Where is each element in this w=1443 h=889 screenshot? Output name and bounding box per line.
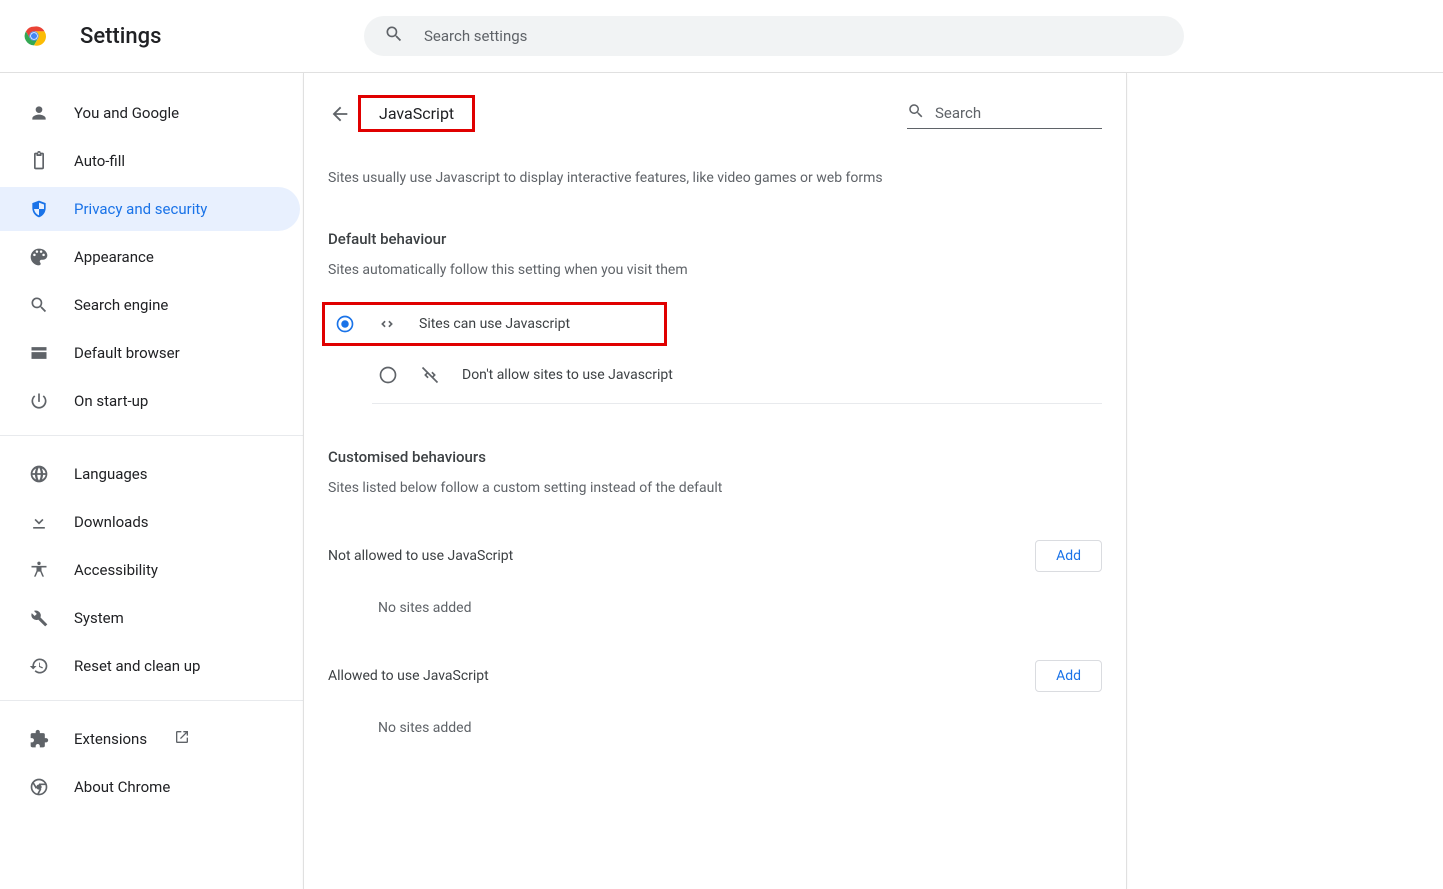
description-text: Sites usually use Javascript to display …	[304, 132, 1126, 186]
sidebar-item-privacy-security[interactable]: Privacy and security	[0, 187, 300, 231]
radio-option-allow-js[interactable]: Sites can use Javascript	[322, 302, 667, 346]
search-icon	[384, 24, 404, 48]
power-icon	[28, 390, 50, 412]
sidebar-item-auto-fill[interactable]: Auto-fill	[0, 139, 300, 183]
global-search[interactable]	[364, 16, 1184, 56]
page-title-highlight: JavaScript	[358, 95, 475, 132]
sidebar-item-accessibility[interactable]: Accessibility	[0, 548, 300, 592]
app-title: Settings	[80, 24, 340, 49]
custom-behaviours-sub: Sites listed below follow a custom setti…	[304, 466, 1126, 496]
allowed-empty: No sites added	[304, 692, 1126, 736]
sidebar-label: Privacy and security	[74, 200, 207, 218]
sidebar-item-on-startup[interactable]: On start-up	[0, 379, 300, 423]
sidebar-label: Appearance	[74, 248, 154, 266]
shield-icon	[28, 198, 50, 220]
search-icon	[907, 102, 925, 124]
sidebar-label: Default browser	[74, 344, 180, 362]
clipboard-icon	[28, 150, 50, 172]
sidebar-label: Downloads	[74, 513, 149, 531]
default-behaviour-sub: Sites automatically follow this setting …	[304, 248, 1126, 278]
sidebar-label: System	[74, 609, 124, 627]
sidebar-item-languages[interactable]: Languages	[0, 452, 300, 496]
external-link-icon	[174, 729, 190, 749]
sidebar-item-reset-cleanup[interactable]: Reset and clean up	[0, 644, 300, 688]
palette-icon	[28, 246, 50, 268]
not-allowed-empty: No sites added	[304, 572, 1126, 616]
allowed-label: Allowed to use JavaScript	[328, 668, 489, 684]
sidebar-label: Search engine	[74, 296, 168, 314]
sidebar: You and Google Auto-fill Privacy and sec…	[0, 73, 304, 889]
radio-block-label: Don't allow sites to use Javascript	[462, 367, 673, 383]
back-button[interactable]	[328, 102, 352, 126]
radio-option-block-js[interactable]: Don't allow sites to use Javascript	[372, 346, 1102, 404]
download-icon	[28, 511, 50, 533]
allowed-section: Allowed to use JavaScript Add	[304, 616, 1126, 692]
not-allowed-section: Not allowed to use JavaScript Add	[304, 496, 1126, 572]
sidebar-item-you-and-google[interactable]: You and Google	[0, 91, 300, 135]
chrome-icon	[28, 776, 50, 798]
main-panel: JavaScript Sites usually use Javascript …	[304, 73, 1126, 889]
global-search-input[interactable]	[424, 27, 1164, 45]
sidebar-item-system[interactable]: System	[0, 596, 300, 640]
wrench-icon	[28, 607, 50, 629]
add-allowed-button[interactable]: Add	[1035, 660, 1102, 692]
sidebar-item-search-engine[interactable]: Search engine	[0, 283, 300, 327]
sidebar-label: About Chrome	[74, 778, 170, 796]
globe-icon	[28, 463, 50, 485]
restore-icon	[28, 655, 50, 677]
sidebar-item-default-browser[interactable]: Default browser	[0, 331, 300, 375]
sidebar-label: Accessibility	[74, 561, 158, 579]
sidebar-item-extensions[interactable]: Extensions	[0, 717, 300, 761]
sidebar-label: On start-up	[74, 392, 148, 410]
sidebar-label: Extensions	[74, 730, 147, 748]
sidebar-label: You and Google	[74, 104, 179, 122]
default-behaviour-title: Default behaviour	[304, 186, 1126, 248]
radio-selected-icon	[335, 314, 355, 334]
search-icon	[28, 294, 50, 316]
not-allowed-label: Not allowed to use JavaScript	[328, 548, 513, 564]
sidebar-label: Auto-fill	[74, 152, 125, 170]
window-icon	[28, 342, 50, 364]
sidebar-label: Reset and clean up	[74, 657, 200, 675]
page-title: JavaScript	[379, 104, 454, 123]
code-off-icon	[420, 365, 440, 385]
radio-allow-label: Sites can use Javascript	[419, 316, 570, 332]
topbar: Settings	[0, 0, 1443, 73]
content-search-input[interactable]	[935, 104, 1102, 122]
accessibility-icon	[28, 559, 50, 581]
content-search[interactable]	[907, 99, 1102, 129]
person-icon	[28, 102, 50, 124]
sidebar-label: Languages	[74, 465, 148, 483]
puzzle-icon	[28, 728, 50, 750]
code-icon	[377, 314, 397, 334]
sidebar-item-appearance[interactable]: Appearance	[0, 235, 300, 279]
chrome-logo-icon	[20, 22, 48, 50]
add-not-allowed-button[interactable]: Add	[1035, 540, 1102, 572]
custom-behaviours-title: Customised behaviours	[304, 404, 1126, 466]
sidebar-item-downloads[interactable]: Downloads	[0, 500, 300, 544]
radio-unselected-icon	[378, 365, 398, 385]
sidebar-item-about-chrome[interactable]: About Chrome	[0, 765, 300, 809]
